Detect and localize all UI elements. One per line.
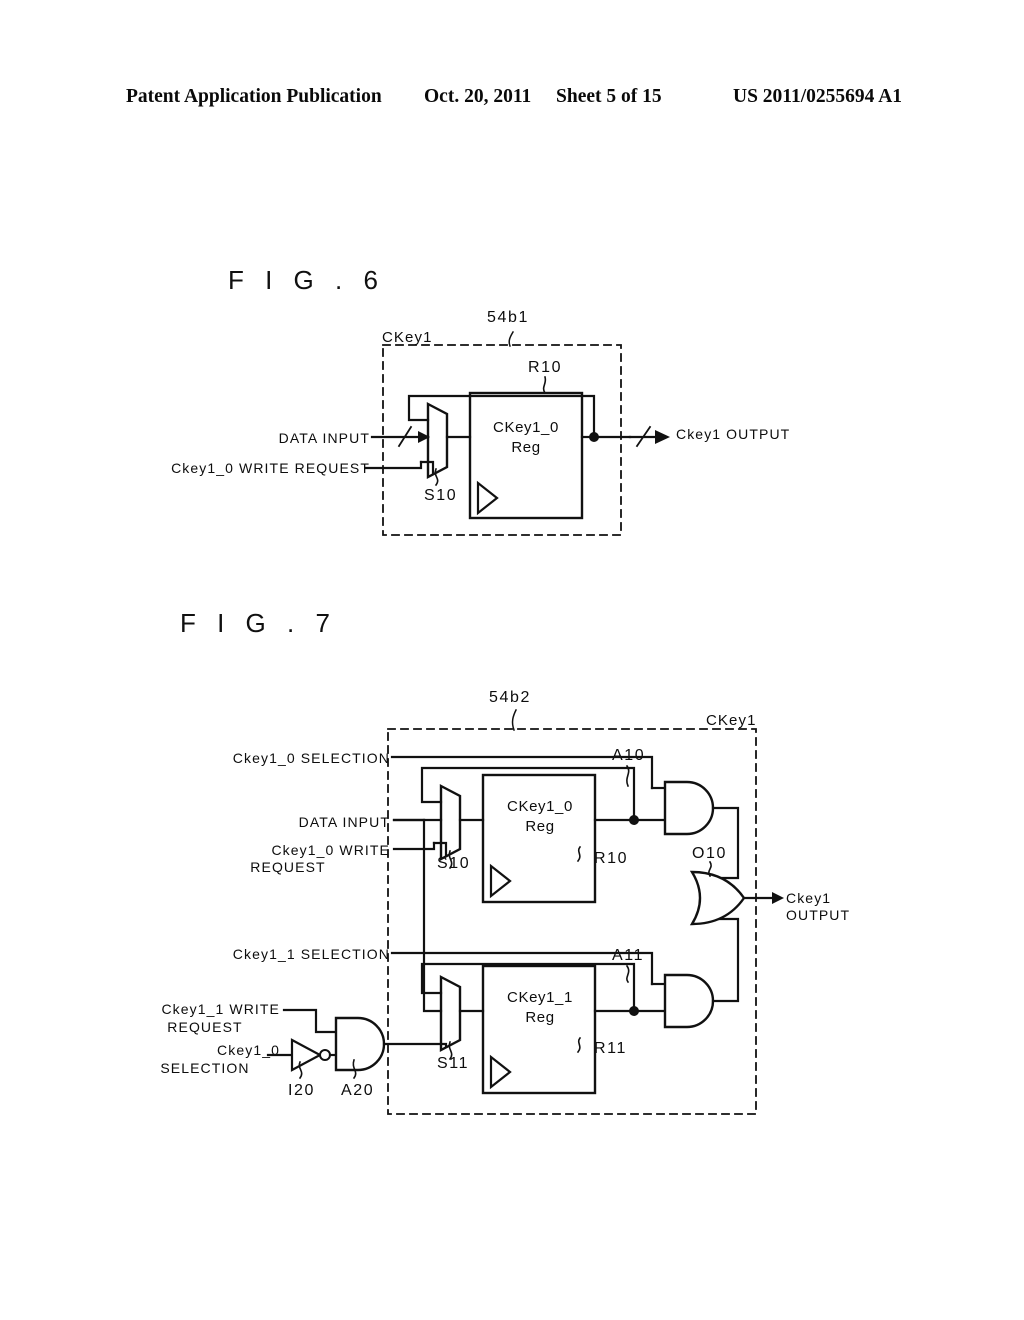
fig6-schematic (364, 330, 670, 536)
fig7-register0-label-line1: CKey1_0 (507, 798, 573, 815)
fig7-input-ckey1-1-write-line2: REQUEST (167, 1019, 243, 1035)
fig7-output-ckey1-line2: OUTPUT (786, 907, 851, 923)
header-publication-title: Patent Application Publication (126, 86, 382, 107)
fig7-junction-dot-bottom (629, 1006, 639, 1016)
fig7-input-data-input: DATA INPUT (298, 814, 390, 830)
fig7-gate-ref-I20: I20 (288, 1082, 316, 1099)
patent-drawing-page: Patent Application Publication Oct. 20, … (0, 0, 1024, 1320)
fig6-register-label-line1: CKey1_0 (493, 419, 559, 436)
header-publication-number: US 2011/0255694 A1 (733, 86, 903, 107)
fig7-schematic (266, 708, 784, 1115)
fig6-mux-ref-S10: S10 (424, 487, 458, 504)
fig7-register0-label-line2: Reg (525, 818, 555, 835)
fig7-input-ckey1-1-selection: Ckey1_1 SELECTION (232, 946, 390, 962)
fig7-register0-ref-R10: R10 (594, 850, 629, 867)
fig7-output-ckey1: Ckey1 (786, 890, 832, 906)
fig7-input-ckey1-0-selection: Ckey1_0 SELECTION (232, 750, 390, 766)
fig6-input-data-input: DATA INPUT (278, 430, 370, 446)
fig7-input-ckey1-1-write: Ckey1_1 WRITE (161, 1001, 280, 1017)
fig7-mux1-ref-S11: S11 (437, 1055, 470, 1072)
fig7-gate-ref-A20: A20 (341, 1082, 375, 1099)
fig7-input-ckey1-0-write: Ckey1_0 WRITE (271, 842, 390, 858)
fig7-register1-label-line2: Reg (525, 1009, 555, 1026)
fig7-junction-dot-top (629, 815, 639, 825)
fig7-input-ckey1-0-write-line2: REQUEST (250, 859, 326, 875)
fig7-input-ckey1-0-selection-2-line2: SELECTION (160, 1060, 250, 1076)
fig6-register-label-line2: Reg (511, 439, 541, 456)
fig6-enclosure-label: CKey1 (382, 329, 433, 346)
fig6-output-ckey1: Ckey1 OUTPUT (676, 426, 791, 442)
figure-7-title: F I G . 7 (180, 608, 337, 638)
fig7-register1-ref-R11: R11 (594, 1040, 627, 1057)
publication-header: Patent Application Publication Oct. 20, … (0, 86, 1024, 112)
fig7-register1-label-line1: CKey1_1 (507, 989, 573, 1006)
fig7-gate-ref-A11: A11 (612, 947, 645, 964)
fig7-input-ckey1-0-selection-2: Ckey1_0 (217, 1042, 280, 1058)
fig7-mux0-ref-S10: S10 (437, 855, 471, 872)
fig6-input-write-request: Ckey1_0 WRITE REQUEST (171, 460, 370, 476)
fig6-junction-dot (589, 432, 599, 442)
fig6-register-ref-R10: R10 (528, 359, 563, 376)
fig7-gate-ref-O10: O10 (692, 845, 728, 862)
fig7-gate-ref-A10: A10 (612, 747, 646, 764)
header-sheet: Sheet 5 of 15 (556, 86, 662, 107)
fig7-enclosure-label: CKey1 (706, 712, 757, 729)
fig7-callout-54b2: 54b2 (489, 689, 531, 706)
fig6-callout-54b1: 54b1 (487, 309, 529, 326)
figure-6-title: F I G . 6 (228, 265, 385, 295)
header-date: Oct. 20, 2011 (424, 86, 532, 107)
